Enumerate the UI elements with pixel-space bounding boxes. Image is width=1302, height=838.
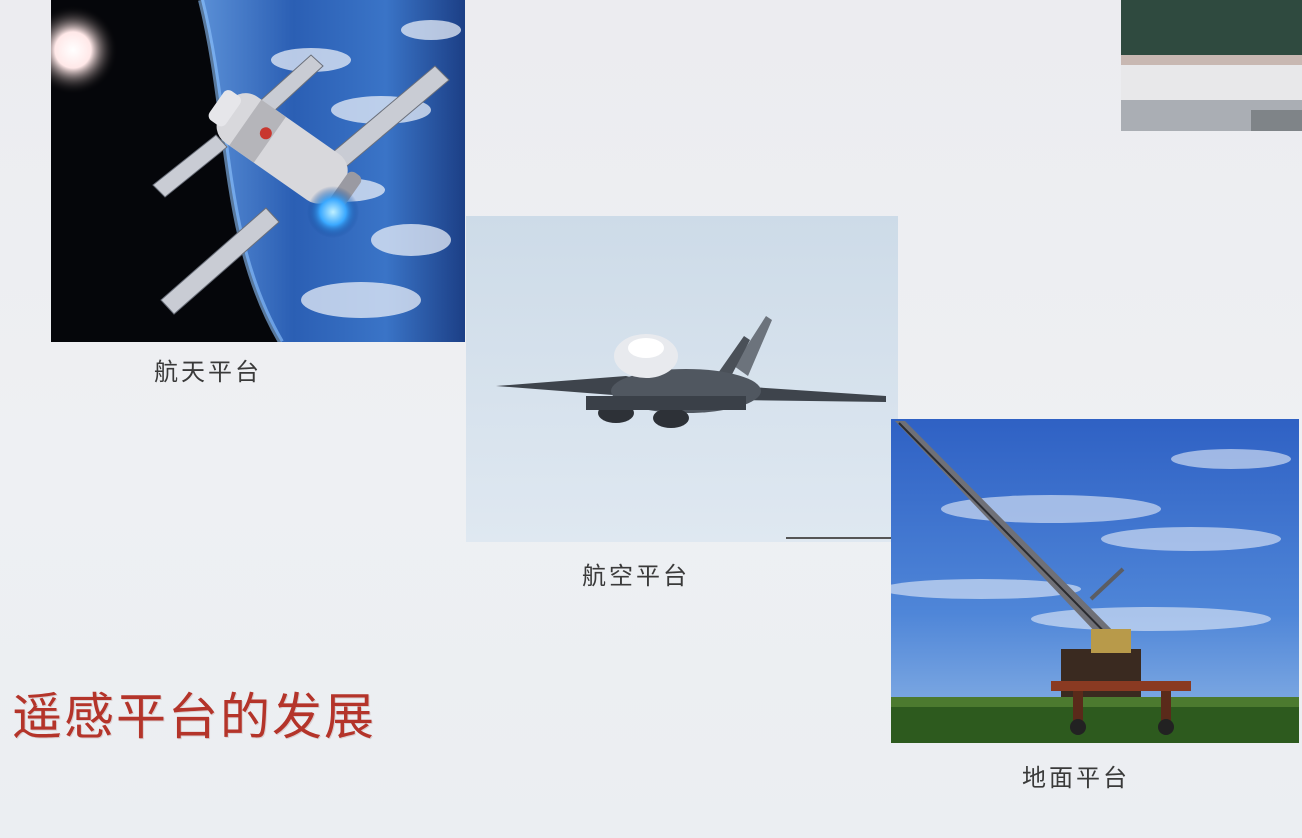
spacecraft-image: [51, 0, 465, 342]
presentation-slide: 航天平台 航空平台 地面平台 遥感平台的发展: [0, 0, 1302, 838]
ground-boom-image: [891, 419, 1299, 743]
fighter-jet-image: [466, 216, 898, 542]
space-platform-caption: 航天平台: [154, 358, 262, 386]
presenter-video-inset: [1121, 0, 1302, 131]
ground-platform-caption: 地面平台: [1022, 764, 1130, 792]
spacecraft-photo: [51, 0, 465, 342]
boom-lift-photo: [891, 419, 1299, 743]
air-platform-caption: 航空平台: [582, 562, 690, 590]
jet-photo: [466, 216, 898, 542]
slide-title: 遥感平台的发展: [12, 688, 376, 746]
classroom-thumbnail: [1121, 0, 1302, 131]
